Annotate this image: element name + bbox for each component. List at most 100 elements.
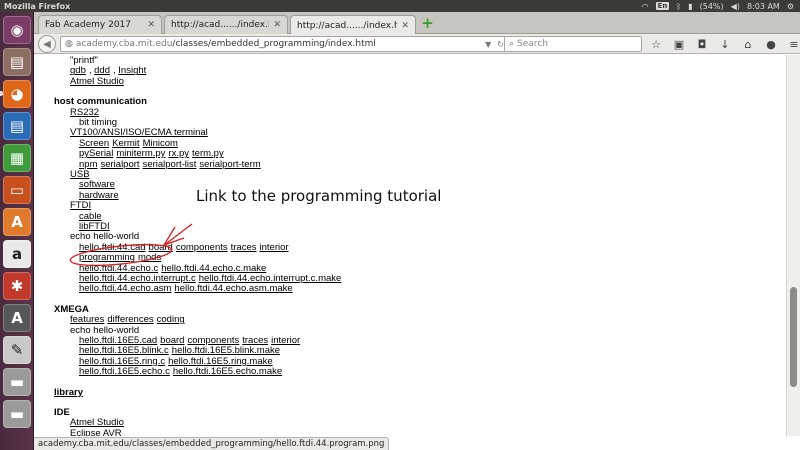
tab-close-icon[interactable]: ✕ bbox=[147, 20, 155, 30]
content-link[interactable]: serialport-term bbox=[199, 159, 260, 170]
content-link[interactable]: hello.ftdi.16E5.ring.c bbox=[79, 356, 165, 367]
content-link[interactable]: software bbox=[79, 179, 115, 190]
content-link[interactable]: traces bbox=[231, 242, 257, 253]
content-link[interactable]: Atmel Studio bbox=[70, 417, 124, 428]
content-link[interactable]: hello.ftdi.16E5.echo.make bbox=[173, 366, 282, 377]
content-link[interactable]: interior bbox=[271, 335, 300, 346]
content-link[interactable]: hello.ftdi.16E5.echo.c bbox=[79, 366, 170, 377]
content-link[interactable]: USB bbox=[70, 169, 90, 180]
content-link[interactable]: RS232 bbox=[70, 107, 99, 118]
content-link[interactable]: hello.ftdi.44.echo.interrupt.c.make bbox=[199, 273, 342, 284]
content-line: features differences coding bbox=[70, 314, 188, 325]
content-link[interactable]: hello.ftdi.16E5.blink.make bbox=[172, 345, 280, 356]
content-link[interactable]: Kermit bbox=[112, 138, 139, 149]
content-link[interactable]: hello.ftdi.44.echo.interrupt.c bbox=[79, 273, 196, 284]
content-link[interactable]: libFTDI bbox=[79, 221, 110, 232]
content-link[interactable]: cable bbox=[79, 211, 102, 222]
content-link[interactable]: Eclipse AVR bbox=[70, 428, 122, 436]
content-link[interactable]: hello.ftdi.16E5.ring.make bbox=[168, 356, 273, 367]
menu-icon[interactable]: ≡ bbox=[786, 36, 800, 52]
content-link[interactable]: hello.ftdi.44.echo.asm.make bbox=[174, 283, 292, 294]
content-link[interactable]: hello.ftdi.16E5.blink.c bbox=[79, 345, 169, 356]
calc-icon[interactable]: ▦ bbox=[3, 144, 31, 172]
content-link[interactable]: hello.ftdi.44.cad bbox=[79, 242, 146, 253]
content-link[interactable]: coding bbox=[157, 314, 185, 325]
content-link[interactable]: rx.py bbox=[168, 148, 189, 159]
search-bar[interactable]: ⌕ Search bbox=[504, 36, 642, 52]
tab-close-icon[interactable]: ✕ bbox=[401, 21, 409, 31]
content-link[interactable]: hello.ftdi.16E5.cad bbox=[79, 335, 157, 346]
settings-icon[interactable]: ✱ bbox=[3, 272, 31, 300]
content-line: hardware bbox=[79, 190, 122, 201]
reading-list-icon[interactable]: ▣ bbox=[671, 36, 687, 52]
battery-icon[interactable]: ▮ bbox=[688, 2, 692, 11]
back-arrow-icon[interactable]: ◀ bbox=[38, 35, 56, 53]
content-link[interactable]: Atmel Studio bbox=[70, 76, 124, 87]
download-icon[interactable]: ↓ bbox=[717, 36, 733, 52]
content-link[interactable]: pySerial bbox=[79, 148, 113, 159]
amazon-icon[interactable]: a bbox=[3, 240, 31, 268]
content-link[interactable]: features bbox=[70, 314, 104, 325]
scrollbar-thumb[interactable] bbox=[790, 287, 797, 387]
content-link[interactable]: hello.ftdi.44.echo.c bbox=[79, 263, 158, 274]
chat-icon[interactable]: ● bbox=[763, 36, 779, 52]
impress-icon[interactable]: ▭ bbox=[3, 176, 31, 204]
content-link[interactable]: VT100/ANSI/ISO/ECMA terminal bbox=[70, 127, 208, 138]
content-link[interactable]: term.py bbox=[192, 148, 224, 159]
software-center-icon[interactable]: A bbox=[3, 208, 31, 236]
content-link[interactable]: gdb bbox=[70, 65, 86, 76]
content-link[interactable]: serialport bbox=[100, 159, 139, 170]
volume-icon[interactable]: ◀) bbox=[731, 2, 740, 11]
content-text: echo hello-world bbox=[70, 324, 140, 336]
ubuntu-dash-icon[interactable]: ◉ bbox=[3, 16, 31, 44]
writer-icon[interactable]: ▤ bbox=[3, 112, 31, 140]
content-link[interactable]: traces bbox=[242, 335, 268, 346]
indicator-area: ◠ En ᛒ ▮ (54%) ◀) 8:03 AM ⚙ bbox=[642, 2, 800, 11]
drive-icon[interactable]: ▬ bbox=[3, 368, 31, 396]
content-link[interactable]: Insight bbox=[118, 65, 146, 76]
wifi-icon[interactable]: ◠ bbox=[642, 2, 649, 11]
content-link[interactable]: hello.ftdi.44.echo.c.make bbox=[161, 263, 266, 274]
content-link[interactable]: hello.ftdi.44.echo.asm bbox=[79, 283, 171, 294]
content-link[interactable]: serialport-list bbox=[143, 159, 197, 170]
content-link[interactable]: programming bbox=[79, 252, 135, 263]
content-link[interactable]: interior bbox=[260, 242, 289, 253]
firefox-icon[interactable]: ◕ bbox=[3, 80, 31, 108]
content-link[interactable]: miniterm.py bbox=[116, 148, 165, 159]
system-top-panel: Mozilla Firefox ◠ En ᛒ ▮ (54%) ◀) 8:03 A… bbox=[0, 0, 800, 12]
content-link[interactable]: library bbox=[54, 387, 83, 398]
content-link[interactable]: board bbox=[149, 242, 173, 253]
content-link[interactable]: ddd bbox=[94, 65, 110, 76]
pocket-icon[interactable]: ◘ bbox=[694, 36, 710, 52]
content-link[interactable]: mods bbox=[138, 252, 161, 263]
content-link[interactable]: Screen bbox=[79, 138, 109, 149]
content-link[interactable]: npm bbox=[79, 159, 97, 170]
content-link[interactable]: hardware bbox=[79, 190, 119, 201]
power-gear-icon[interactable]: ⚙ bbox=[787, 2, 794, 11]
text-editor-icon[interactable]: ✎ bbox=[3, 336, 31, 364]
tab-fab-academy[interactable]: Fab Academy 2017 ✕ bbox=[38, 15, 162, 34]
new-tab-plus-icon[interactable]: + bbox=[420, 16, 435, 31]
tab-close-icon[interactable]: ✕ bbox=[273, 20, 281, 30]
content-link[interactable]: board bbox=[160, 335, 184, 346]
home-icon[interactable]: ⌂ bbox=[740, 36, 756, 52]
content-link[interactable]: differences bbox=[107, 314, 153, 325]
clock[interactable]: 8:03 AM bbox=[747, 2, 780, 11]
content-link[interactable]: components bbox=[187, 335, 239, 346]
search-input[interactable]: Search bbox=[517, 39, 548, 49]
content-link[interactable]: Minicom bbox=[143, 138, 178, 149]
updater-icon[interactable]: A bbox=[3, 304, 31, 332]
bluetooth-icon[interactable]: ᛒ bbox=[676, 2, 681, 11]
content-link[interactable]: components bbox=[176, 242, 228, 253]
keyboard-layout-indicator[interactable]: En bbox=[655, 2, 670, 10]
vertical-scrollbar[interactable] bbox=[786, 55, 800, 436]
url-bar[interactable]: ◍ academy.cba.mit.edu/classes/embedded_p… bbox=[60, 36, 508, 52]
tab-index-1[interactable]: http://acad....../index.html ✕ bbox=[164, 15, 288, 34]
drive-icon-2[interactable]: ▬ bbox=[3, 400, 31, 428]
tab-index-active[interactable]: http://acad....../index.html ✕ bbox=[290, 15, 416, 35]
content-line: hello.ftdi.44.echo.interrupt.c hello.ftdi… bbox=[79, 273, 344, 284]
files-icon[interactable]: ▤ bbox=[3, 48, 31, 76]
dropdown-arrow-icon[interactable]: ▼ bbox=[482, 40, 494, 49]
bookmark-star-icon[interactable]: ☆ bbox=[648, 36, 664, 52]
content-link[interactable]: FTDI bbox=[70, 200, 91, 211]
